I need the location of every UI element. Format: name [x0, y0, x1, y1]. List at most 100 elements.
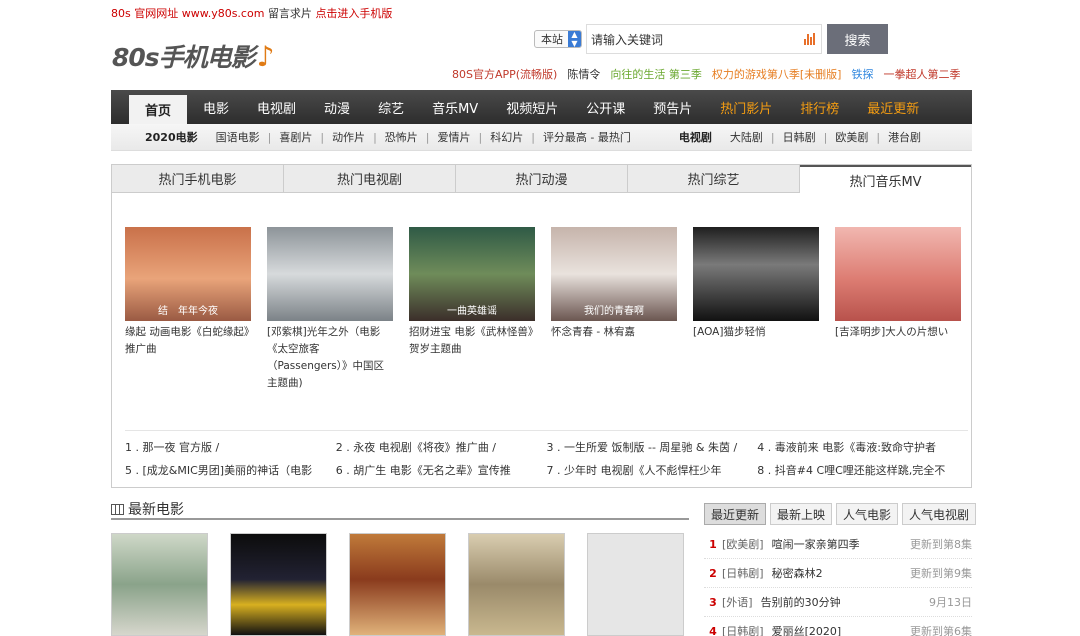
item-index: 2: [709, 566, 717, 580]
search-scope-select[interactable]: 本站 ▲ ▼: [534, 30, 582, 48]
mv-card[interactable]: [AOA]猫步轻悄: [693, 227, 819, 392]
subnav-link[interactable]: 喜剧片: [279, 131, 312, 144]
separator: |: [320, 131, 325, 144]
item-update: 更新到第6集: [910, 625, 972, 636]
item-category: [欧美剧]: [722, 538, 764, 551]
subnav-link[interactable]: 大陆剧: [730, 131, 763, 144]
side-tab[interactable]: 人气电视剧: [902, 503, 977, 525]
mobile-version-link[interactable]: 点击进入手机版: [315, 7, 392, 20]
mv-thumbnail[interactable]: [835, 227, 961, 321]
side-tab[interactable]: 最近更新: [704, 503, 767, 525]
subnav-link[interactable]: 日韩剧: [783, 131, 816, 144]
movie-poster[interactable]: [349, 533, 446, 636]
hot-tab[interactable]: 热门综艺: [628, 165, 800, 192]
item-category: [日韩剧]: [722, 625, 764, 636]
subnav-tv-head[interactable]: 电视剧: [679, 129, 712, 145]
mv-title[interactable]: 缘起 动画电影《白蛇缘起》推广曲: [125, 324, 251, 358]
subnav-link[interactable]: 国语电影: [216, 131, 260, 144]
promo-link[interactable]: 权力的游戏第八季[未删版]: [712, 66, 842, 82]
search-placeholder: 请输入关键词: [591, 32, 664, 47]
mv-thumbnail[interactable]: 我们的青春啊: [551, 227, 677, 321]
list-item[interactable]: 4 [日韩剧] 爱丽丝[2020] 更新到第6集: [704, 617, 972, 636]
nav-item[interactable]: 电视剧: [243, 90, 310, 124]
mv-card[interactable]: [吉泽明步]大人の片想い: [835, 227, 961, 392]
rank-item[interactable]: 7 . 少年时 电视剧《人不彪悍枉少年: [547, 462, 758, 478]
movie-poster[interactable]: [111, 533, 208, 636]
nav-item[interactable]: 音乐MV: [418, 90, 492, 124]
item-index: 1: [709, 537, 717, 551]
nav-item[interactable]: 热门影片: [706, 90, 786, 124]
voice-bars-icon[interactable]: [804, 33, 815, 45]
nav-item[interactable]: 最近更新: [853, 90, 933, 124]
promo-link[interactable]: 铁探: [851, 66, 873, 82]
list-item[interactable]: 1 [欧美剧] 喧闹一家亲第四季 更新到第8集: [704, 530, 972, 559]
rank-item[interactable]: 4 . 毒液前来 电影《毒液:致命守护者: [757, 439, 968, 455]
subnav-link[interactable]: 欧美剧: [835, 131, 868, 144]
message-link[interactable]: 留言求片: [268, 7, 312, 20]
search-button[interactable]: 搜索: [827, 24, 888, 54]
item-name[interactable]: 喧闹一家亲第四季: [772, 536, 910, 552]
rank-item[interactable]: 3 . 一生所爱 饭制版 -- 周星驰 & 朱茵 /: [547, 439, 758, 455]
nav-item[interactable]: 预告片: [639, 90, 706, 124]
site-logo[interactable]: 80s手机电影♪: [112, 38, 275, 74]
item-name[interactable]: 秘密森林2: [772, 565, 910, 581]
rank-item[interactable]: 2 . 永夜 电视剧《将夜》推广曲 /: [336, 439, 547, 455]
mv-card[interactable]: 我们的青春啊怀念青春 - 林宥嘉: [551, 227, 677, 392]
mv-thumbnail[interactable]: 结 年年今夜: [125, 227, 251, 321]
subnav-link[interactable]: 恐怖片: [385, 131, 418, 144]
update-list: 1 [欧美剧] 喧闹一家亲第四季 更新到第8集 2 [日韩剧] 秘密森林2 更新到第9集 3 [外…: [704, 530, 972, 636]
mv-card[interactable]: 一曲英雄谣 招财进宝 电影《武林怪兽》贺岁主题曲: [409, 227, 535, 392]
side-tab[interactable]: 人气电影: [836, 503, 899, 525]
separator: |: [770, 131, 775, 144]
nav-item[interactable]: 首页: [129, 95, 188, 124]
hot-tab[interactable]: 热门音乐MV: [800, 165, 971, 193]
hot-content-box: 热门手机电影 热门电视剧 热门动漫 热门综艺 热门音乐MV 结 年年今夜 缘起 动画电影《…: [111, 164, 972, 488]
mv-card[interactable]: 结 年年今夜 缘起 动画电影《白蛇缘起》推广曲: [125, 227, 251, 392]
nav-item[interactable]: 综艺: [364, 90, 418, 124]
mv-title[interactable]: [邓紫棋]光年之外（电影《太空旅客（Passengers）》中国区主题曲): [267, 324, 393, 392]
hot-tab[interactable]: 热门动漫: [456, 165, 628, 192]
item-name[interactable]: 告别前的30分钟: [761, 594, 929, 610]
promo-link[interactable]: 80S官方APP(流畅版): [452, 66, 557, 82]
side-tab[interactable]: 最新上映: [770, 503, 833, 525]
mv-title[interactable]: [吉泽明步]大人の片想い: [835, 324, 961, 341]
site-url-link[interactable]: 80s 官网网址 www.y80s.com: [111, 7, 264, 20]
rank-item[interactable]: 6 . 胡广生 电影《无名之辈》宣传推: [336, 462, 547, 478]
promo-link[interactable]: 向往的生活 第三季: [610, 66, 702, 82]
nav-item[interactable]: 公开课: [572, 90, 639, 124]
nav-item[interactable]: 视频短片: [492, 90, 572, 124]
movie-poster[interactable]: [587, 533, 684, 636]
subnav-link[interactable]: 科幻片: [490, 131, 523, 144]
subnav-link[interactable]: 爱情片: [438, 131, 471, 144]
rank-item[interactable]: 8 . 抖音#4 C哩C哩还能这样跳,完全不: [757, 462, 968, 478]
subnav-movie-head[interactable]: 2020电影: [145, 129, 198, 145]
subnav-link[interactable]: 港台剧: [888, 131, 921, 144]
item-name[interactable]: 爱丽丝[2020]: [772, 623, 910, 636]
hot-tab[interactable]: 热门电视剧: [284, 165, 456, 192]
rank-item[interactable]: 5 . [成龙&MIC男团]美丽的神话（电影: [125, 462, 336, 478]
separator: |: [373, 131, 377, 144]
mv-title[interactable]: [AOA]猫步轻悄: [693, 324, 819, 341]
list-item[interactable]: 3 [外语] 告别前的30分钟 9月13日: [704, 588, 972, 617]
mv-thumbnail[interactable]: [693, 227, 819, 321]
promo-link[interactable]: 陈情令: [567, 66, 600, 82]
nav-item[interactable]: 动漫: [310, 90, 364, 124]
mv-title[interactable]: 招财进宝 电影《武林怪兽》贺岁主题曲: [409, 324, 535, 358]
hot-tab[interactable]: 热门手机电影: [112, 165, 284, 192]
mv-thumbnail[interactable]: [267, 227, 393, 321]
promo-link[interactable]: 一拳超人第二季: [883, 66, 960, 82]
mv-title[interactable]: 怀念青春 - 林宥嘉: [551, 324, 677, 341]
mv-thumbnail[interactable]: 一曲英雄谣: [409, 227, 535, 321]
movie-poster[interactable]: [468, 533, 565, 636]
mv-card[interactable]: [邓紫棋]光年之外（电影《太空旅客（Passengers）》中国区主题曲): [267, 227, 393, 392]
item-index: 4: [709, 624, 717, 636]
list-item[interactable]: 2 [日韩剧] 秘密森林2 更新到第9集: [704, 559, 972, 588]
search-input[interactable]: 请输入关键词: [586, 24, 822, 54]
nav-item[interactable]: 电影: [189, 90, 243, 124]
subnav-sort-links[interactable]: 评分最高 - 最热门: [543, 129, 631, 145]
subnav-link[interactable]: 动作片: [332, 131, 365, 144]
rank-item[interactable]: 1 . 那一夜 官方版 /: [125, 439, 336, 455]
mv-card-list: 结 年年今夜 缘起 动画电影《白蛇缘起》推广曲 [邓紫棋]光年之外（电影《太空旅客（…: [125, 227, 961, 392]
movie-poster[interactable]: [230, 533, 327, 636]
nav-item[interactable]: 排行榜: [786, 90, 853, 124]
